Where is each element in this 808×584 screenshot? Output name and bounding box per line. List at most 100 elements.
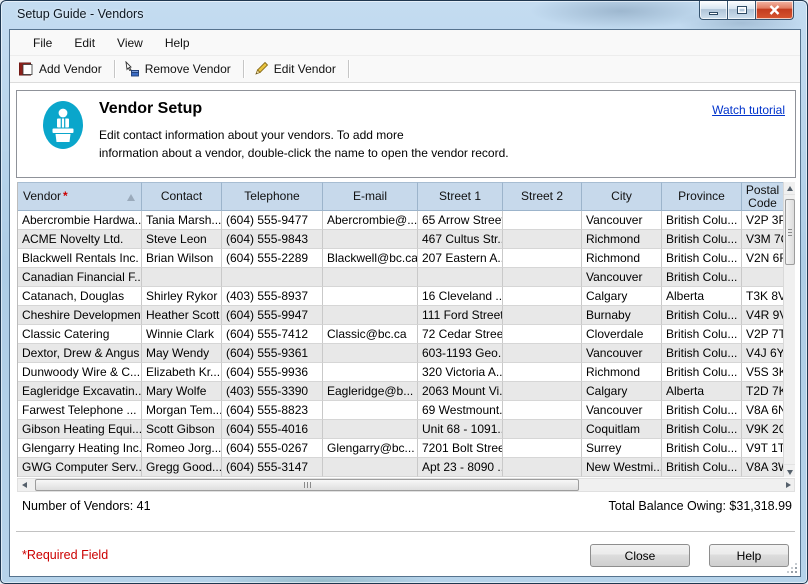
table-cell[interactable]	[503, 249, 582, 268]
table-cell[interactable]: British Colu...	[662, 420, 742, 439]
table-cell[interactable]: V4J 6Y9	[742, 344, 784, 363]
menu-item-view[interactable]: View	[106, 32, 154, 54]
minimize-button[interactable]	[699, 1, 727, 20]
table-cell[interactable]: Shirley Rykor	[142, 287, 222, 306]
table-cell[interactable]: (604) 555-8823	[222, 401, 323, 420]
table-cell[interactable]	[503, 439, 582, 458]
table-row[interactable]: Dunwoody Wire & C...Elizabeth Kr...(604)…	[18, 363, 795, 382]
column-header-contact[interactable]: Contact	[142, 182, 222, 211]
table-cell[interactable]: Vancouver	[582, 268, 662, 287]
table-cell[interactable]: (604) 555-7412	[222, 325, 323, 344]
table-cell[interactable]: Alberta	[662, 382, 742, 401]
table-cell[interactable]	[742, 268, 784, 287]
table-cell[interactable]: Glengarry Heating Inc.	[18, 439, 142, 458]
table-cell[interactable]	[323, 344, 418, 363]
table-cell[interactable]	[503, 325, 582, 344]
table-cell[interactable]: Gregg Good...	[142, 458, 222, 477]
table-cell[interactable]: Classic Catering	[18, 325, 142, 344]
table-cell[interactable]: 603-1193 Geo...	[418, 344, 503, 363]
table-cell[interactable]: Heather Scott	[142, 306, 222, 325]
table-cell[interactable]: Tania Marsh...	[142, 211, 222, 230]
column-header-street-1[interactable]: Street 1	[418, 182, 503, 211]
table-row[interactable]: Cheshire DevelopmentHeather Scott(604) 5…	[18, 306, 795, 325]
table-cell[interactable]: British Colu...	[662, 230, 742, 249]
help-button[interactable]: Help	[709, 544, 789, 567]
menu-item-edit[interactable]: Edit	[63, 32, 106, 54]
table-cell[interactable]: Classic@bc.ca	[323, 325, 418, 344]
table-cell[interactable]: Gibson Heating Equi...	[18, 420, 142, 439]
title-bar[interactable]: Setup Guide - Vendors	[1, 1, 807, 29]
table-cell[interactable]: Abercrombie@...	[323, 211, 418, 230]
column-header-street-2[interactable]: Street 2	[503, 182, 582, 211]
table-cell[interactable]: British Colu...	[662, 401, 742, 420]
table-cell[interactable]: GWG Computer Serv...	[18, 458, 142, 477]
table-cell[interactable]: Unit 68 - 1091...	[418, 420, 503, 439]
table-cell[interactable]: 467 Cultus Str...	[418, 230, 503, 249]
table-cell[interactable]	[503, 230, 582, 249]
table-row[interactable]: Farwest Telephone ...Morgan Tem...(604) …	[18, 401, 795, 420]
table-cell[interactable]: T2D 7K0	[742, 382, 784, 401]
table-cell[interactable]	[503, 268, 582, 287]
table-cell[interactable]: Eagleridge@b...	[323, 382, 418, 401]
table-cell[interactable]: Burnaby	[582, 306, 662, 325]
table-cell[interactable]: British Colu...	[662, 211, 742, 230]
table-cell[interactable]: 207 Eastern A...	[418, 249, 503, 268]
table-cell[interactable]: British Colu...	[662, 363, 742, 382]
table-cell[interactable]: 111 Ford Street	[418, 306, 503, 325]
table-row[interactable]: Glengarry Heating Inc.Romeo Jorg...(604)…	[18, 439, 795, 458]
horizontal-scrollbar[interactable]	[17, 478, 795, 492]
table-cell[interactable]: Vancouver	[582, 211, 662, 230]
table-cell[interactable]: V2P 7T9	[742, 325, 784, 344]
table-row[interactable]: Classic CateringWinnie Clark(604) 555-74…	[18, 325, 795, 344]
table-cell[interactable]: British Colu...	[662, 344, 742, 363]
table-cell[interactable]	[323, 287, 418, 306]
table-cell[interactable]: V2N 6R5	[742, 249, 784, 268]
watch-tutorial-link[interactable]: Watch tutorial	[712, 103, 785, 117]
table-cell[interactable]: T3K 8V2	[742, 287, 784, 306]
table-cell[interactable]: Blackwell@bc.ca	[323, 249, 418, 268]
column-header-postal-code[interactable]: Postal Code	[742, 182, 784, 211]
table-cell[interactable]: Cheshire Development	[18, 306, 142, 325]
table-cell[interactable]	[503, 363, 582, 382]
table-cell[interactable]: Winnie Clark	[142, 325, 222, 344]
table-cell[interactable]: Vancouver	[582, 344, 662, 363]
table-cell[interactable]: Dextor, Drew & Angus	[18, 344, 142, 363]
maximize-button[interactable]	[727, 1, 756, 20]
table-cell[interactable]	[503, 306, 582, 325]
table-cell[interactable]: Cloverdale	[582, 325, 662, 344]
table-cell[interactable]: Abercrombie Hardwa...	[18, 211, 142, 230]
table-cell[interactable]: (403) 555-3390	[222, 382, 323, 401]
table-cell[interactable]: British Colu...	[662, 268, 742, 287]
table-cell[interactable]	[503, 211, 582, 230]
table-row[interactable]: Gibson Heating Equi...Scott Gibson(604) …	[18, 420, 795, 439]
table-cell[interactable]	[323, 306, 418, 325]
table-cell[interactable]: Surrey	[582, 439, 662, 458]
table-row[interactable]: Abercrombie Hardwa...Tania Marsh...(604)…	[18, 211, 795, 230]
table-cell[interactable]: Calgary	[582, 287, 662, 306]
table-cell[interactable]: (604) 555-9936	[222, 363, 323, 382]
table-cell[interactable]: (604) 555-9947	[222, 306, 323, 325]
table-cell[interactable]: V3M 7Q9	[742, 230, 784, 249]
table-cell[interactable]: (604) 555-9361	[222, 344, 323, 363]
table-cell[interactable]: Catanach, Douglas	[18, 287, 142, 306]
table-cell[interactable]: ACME Novelty Ltd.	[18, 230, 142, 249]
table-row[interactable]: ACME Novelty Ltd.Steve Leon(604) 555-984…	[18, 230, 795, 249]
table-cell[interactable]	[503, 458, 582, 477]
table-cell[interactable]: V9K 2O5	[742, 420, 784, 439]
table-cell[interactable]	[323, 458, 418, 477]
table-cell[interactable]: Steve Leon	[142, 230, 222, 249]
table-cell[interactable]: 69 Westmount...	[418, 401, 503, 420]
table-cell[interactable]: Apt 23 - 8090 ...	[418, 458, 503, 477]
table-cell[interactable]: (604) 555-0267	[222, 439, 323, 458]
table-cell[interactable]: Romeo Jorg...	[142, 439, 222, 458]
table-cell[interactable]: Canadian Financial F...	[18, 268, 142, 287]
table-cell[interactable]: 72 Cedar Street	[418, 325, 503, 344]
table-row[interactable]: GWG Computer Serv...Gregg Good...(604) 5…	[18, 458, 795, 477]
horizontal-scrollbar-thumb[interactable]	[35, 479, 579, 491]
table-cell[interactable]	[418, 268, 503, 287]
table-cell[interactable]: May Wendy	[142, 344, 222, 363]
resize-grip[interactable]	[787, 563, 797, 573]
table-cell[interactable]: Richmond	[582, 363, 662, 382]
table-cell[interactable]: V9T 1T5	[742, 439, 784, 458]
menu-item-file[interactable]: File	[22, 32, 63, 54]
